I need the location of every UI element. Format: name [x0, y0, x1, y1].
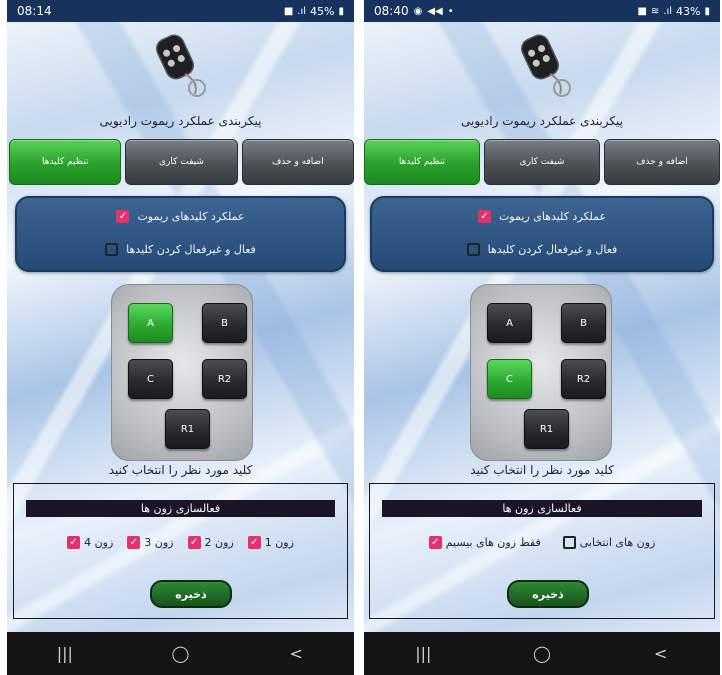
zone-item: زون 3 ✓: [127, 536, 174, 549]
tab-add-remove[interactable]: اضافه و حذف: [604, 139, 720, 185]
selected-zones-label: زون های انتخابی: [579, 536, 656, 549]
key-b-button[interactable]: B: [202, 303, 247, 343]
enable-disable-keys-label: فعال و غیرفعال کردن کلیدها: [126, 243, 256, 256]
signal-icon: .ıl: [297, 5, 307, 17]
mode-options-panel: ✓ عملکرد کلیدهای ریموت فعال و غیرفعال کر…: [370, 196, 714, 272]
status-time: 08:40: [374, 4, 409, 18]
phone-screen-left: 08:14 ■ .ıl 45% ▮ پیکربندی عملکرد ریموت …: [7, 0, 354, 675]
zone-2-checkbox[interactable]: ✓: [187, 536, 201, 549]
zone-3-checkbox[interactable]: ✓: [127, 536, 141, 549]
battery-icon: ▮: [704, 5, 710, 17]
status-time: 08:14: [17, 4, 52, 18]
tab-bar: تنظیم کلیدها شیفت کاری اضافه و حذف: [364, 139, 720, 185]
tab-add-remove[interactable]: اضافه و حذف: [241, 139, 354, 185]
remote-keys-function-checkbox[interactable]: ✓: [477, 210, 491, 223]
zone-item: زون 4 ✓: [67, 536, 113, 549]
zone-activation-box: فعالسازی زون ها زون های انتخابی فقط زون …: [369, 483, 715, 619]
battery-percent: 45%: [310, 4, 335, 18]
wireless-only-checkbox[interactable]: ✓: [428, 536, 442, 549]
zone-activation-box: فعالسازی زون ها زون 1 ✓ زون 2 ✓ زون 3 ✓ …: [13, 483, 348, 619]
status-bar: 08:40 ◉ ◀◀ • ■ ≋ .ıl 43% ▮: [364, 0, 720, 22]
battery-icon: ▮: [338, 5, 344, 17]
zone-label: زون 4: [84, 536, 114, 549]
app-title: پیکربندی عملکرد ریموت رادیویی: [99, 114, 262, 128]
wifi-icon: ≋: [650, 5, 660, 17]
tab-key-settings[interactable]: تنظیم کلیدها: [364, 139, 480, 185]
remote-keys-function-checkbox[interactable]: ✓: [116, 210, 130, 223]
wireless-only-label: فقط زون های بیسیم: [445, 536, 541, 549]
key-b-button[interactable]: B: [561, 303, 606, 343]
selected-zones-checkbox[interactable]: [562, 536, 576, 549]
back-icon[interactable]: <: [631, 644, 691, 663]
mode-options-panel: ✓ عملکرد کلیدهای ریموت فعال و غیرفعال کر…: [15, 196, 346, 272]
back-icon[interactable]: <: [266, 644, 326, 663]
recents-icon[interactable]: |||: [393, 644, 453, 663]
zone-header: فعالسازی زون ها: [382, 500, 702, 517]
zone-item: زون 1 ✓: [247, 536, 294, 549]
save-button[interactable]: ذخیره: [150, 580, 232, 608]
tab-shift[interactable]: شیفت کاری: [125, 139, 238, 185]
remote-keypad: A B C R2 R1: [111, 284, 253, 461]
android-nav-bar: ||| ◯ <: [364, 632, 720, 675]
tab-bar: تنظیم کلیدها شیفت کاری اضافه و حذف: [9, 139, 354, 185]
key-a-button[interactable]: A: [487, 303, 532, 343]
select-key-hint: کلید مورد نظر را انتخاب کنید: [108, 463, 253, 477]
zone-label: زون 2: [204, 536, 234, 549]
home-icon[interactable]: ◯: [512, 644, 572, 663]
zone-options-list: زون های انتخابی فقط زون های بیسیم ✓: [370, 536, 714, 549]
key-c-button[interactable]: C: [128, 359, 173, 399]
home-icon[interactable]: ◯: [150, 644, 210, 663]
tab-key-settings[interactable]: تنظیم کلیدها: [9, 139, 122, 185]
record-icon: ◉: [413, 5, 423, 17]
zone-item: زون 2 ✓: [187, 536, 234, 549]
app-title: پیکربندی عملکرد ریموت رادیویی: [461, 114, 623, 128]
wireless-only-option: فقط زون های بیسیم ✓: [428, 536, 541, 549]
signal-icon: .ıl: [663, 5, 673, 17]
notification-icon: ■: [283, 5, 294, 17]
notification-icon: ■: [637, 5, 647, 17]
send-icon: ◀◀: [427, 5, 443, 17]
phone-screen-right: 08:40 ◉ ◀◀ • ■ ≋ .ıl 43% ▮ پیکربندی عملک…: [364, 0, 720, 675]
save-button[interactable]: ذخیره: [507, 580, 589, 608]
enable-disable-keys-checkbox[interactable]: [466, 243, 480, 256]
key-r1-button[interactable]: R1: [165, 409, 210, 449]
key-c-button[interactable]: C: [487, 359, 532, 399]
remote-keys-function-label: عملکرد کلیدهای ریموت: [498, 210, 607, 223]
key-r1-button[interactable]: R1: [524, 409, 569, 449]
remote-keypad: A B C R2 R1: [470, 284, 612, 461]
key-r2-button[interactable]: R2: [202, 359, 247, 399]
select-key-hint: کلید مورد نظر را انتخاب کنید: [470, 463, 614, 477]
remote-keyfob-logo: [155, 34, 206, 97]
zone-1-checkbox[interactable]: ✓: [247, 536, 261, 549]
zone-list: زون 1 ✓ زون 2 ✓ زون 3 ✓ زون 4 ✓: [14, 536, 347, 549]
key-a-button[interactable]: A: [128, 303, 173, 343]
tab-shift[interactable]: شیفت کاری: [484, 139, 600, 185]
zone-header: فعالسازی زون ها: [26, 500, 335, 517]
recents-icon[interactable]: |||: [35, 644, 95, 663]
zone-label: زون 3: [144, 536, 174, 549]
android-nav-bar: ||| ◯ <: [7, 632, 354, 675]
selected-zones-option: زون های انتخابی: [562, 536, 656, 549]
key-r2-button[interactable]: R2: [561, 359, 606, 399]
zone-label: زون 1: [264, 536, 294, 549]
zone-4-checkbox[interactable]: ✓: [67, 536, 81, 549]
remote-keys-function-label: عملکرد کلیدهای ریموت: [137, 210, 245, 223]
enable-disable-keys-label: فعال و غیرفعال کردن کلیدها: [487, 243, 618, 256]
enable-disable-keys-checkbox[interactable]: [105, 243, 119, 256]
dot-icon: •: [447, 5, 454, 17]
remote-keyfob-logo: [520, 34, 571, 97]
status-bar: 08:14 ■ .ıl 45% ▮: [7, 0, 354, 22]
battery-percent: 43%: [676, 4, 701, 18]
